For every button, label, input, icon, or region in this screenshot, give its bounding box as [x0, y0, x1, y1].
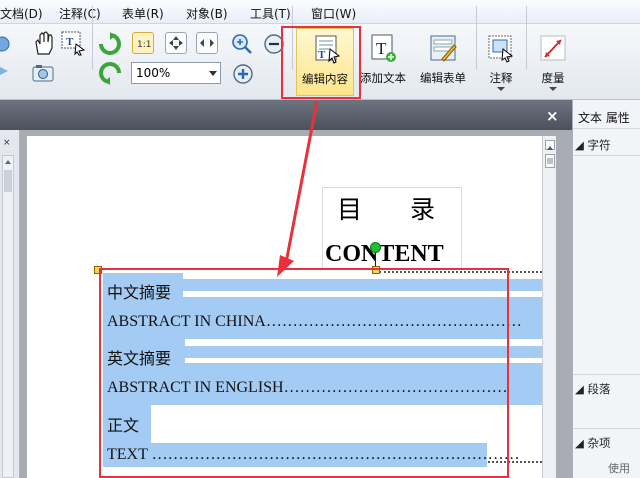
panel-divider [573, 428, 640, 429]
fit-page-icon[interactable] [165, 32, 187, 54]
document-scrollbar[interactable] [542, 136, 556, 478]
measure-button[interactable]: 度量 [530, 28, 576, 96]
zoom-in-magnifier-icon[interactable] [231, 33, 253, 55]
close-icon[interactable]: × [546, 107, 559, 125]
pointer-arrow-icon [277, 100, 319, 277]
rotate-handle[interactable] [370, 242, 381, 253]
fit-width-icon[interactable] [196, 32, 218, 54]
panel-divider [573, 155, 640, 156]
highlight-box-edit-content [281, 26, 361, 99]
section-toggle-character[interactable]: ◢ 字符 [575, 137, 611, 153]
scroll-up-button[interactable] [545, 140, 555, 150]
chevron-down-icon [497, 87, 505, 91]
edit-form-button[interactable]: 编辑表单 [414, 28, 472, 96]
panel-divider [573, 128, 640, 129]
snapshot-camera-icon[interactable] [30, 63, 56, 83]
zoom-in-icon[interactable] [231, 62, 255, 86]
scroll-thumb[interactable] [545, 154, 555, 168]
menu-document[interactable]: 文档(D) [0, 5, 43, 22]
menu-object[interactable]: 对象(B) [186, 5, 228, 22]
properties-panel [572, 100, 640, 478]
chevron-down-icon [209, 71, 217, 76]
arrow-right-icon[interactable] [0, 62, 16, 80]
annotate-button[interactable]: 注释 [480, 28, 522, 96]
section-toggle-paragraph[interactable]: ◢ 段落 [575, 381, 611, 397]
toolbar-separator [526, 6, 527, 70]
toc-title[interactable]: 目录 [337, 190, 483, 226]
select-text-icon[interactable]: T [60, 30, 86, 56]
toolbar-separator [476, 6, 477, 70]
properties-panel-title: 文本 属性 [578, 111, 630, 125]
menu-bar: 文档(D) 注释(C) 表单(R) 对象(B) 工具(T) 窗口(W) [0, 0, 640, 24]
hand-tool-icon[interactable] [32, 30, 56, 56]
toc-subtitle[interactable]: CONTENT [325, 241, 444, 268]
edit-form-label: 编辑表单 [420, 71, 466, 85]
annotate-label: 注释 [489, 71, 513, 85]
svg-text:T: T [376, 39, 387, 58]
measure-label: 度量 [541, 71, 565, 85]
section-toggle-misc[interactable]: ◢ 杂项 [575, 435, 611, 451]
svg-text:T: T [66, 36, 74, 48]
panel-divider [573, 374, 640, 375]
svg-text:1:1: 1:1 [137, 40, 151, 50]
zoom-select[interactable]: 100% [131, 62, 221, 84]
annotate-icon [486, 32, 516, 64]
close-icon[interactable]: × [3, 138, 11, 148]
add-text-icon: T [368, 32, 398, 64]
rotate-clockwise-icon[interactable] [98, 32, 122, 56]
menu-tools[interactable]: 工具(T) [250, 5, 291, 22]
section-label-paragraph: 段落 [587, 382, 611, 396]
section-label-character: 字符 [587, 138, 611, 152]
add-text-label: 添加文本 [360, 71, 406, 85]
menu-form[interactable]: 表单(R) [122, 5, 164, 22]
menu-window[interactable]: 窗口(W) [311, 5, 356, 22]
misc-hint-text: 使用 [608, 462, 630, 475]
measure-icon [538, 32, 568, 64]
toolbar-separator [92, 6, 93, 70]
edit-form-icon [428, 32, 458, 64]
zoom-value: 100% [136, 66, 171, 80]
section-label-misc: 杂项 [587, 436, 611, 450]
circle-arrow-icon[interactable] [0, 34, 16, 54]
rotate-counterclockwise-icon[interactable] [98, 61, 122, 85]
chevron-down-icon [549, 87, 557, 91]
add-text-button[interactable]: T 添加文本 [356, 28, 410, 96]
actual-size-icon[interactable]: 1:1 [132, 32, 154, 54]
menu-annotate[interactable]: 注释(C) [59, 5, 101, 22]
left-panel-scrollbar[interactable] [2, 155, 14, 478]
highlight-box-selection [99, 268, 509, 478]
